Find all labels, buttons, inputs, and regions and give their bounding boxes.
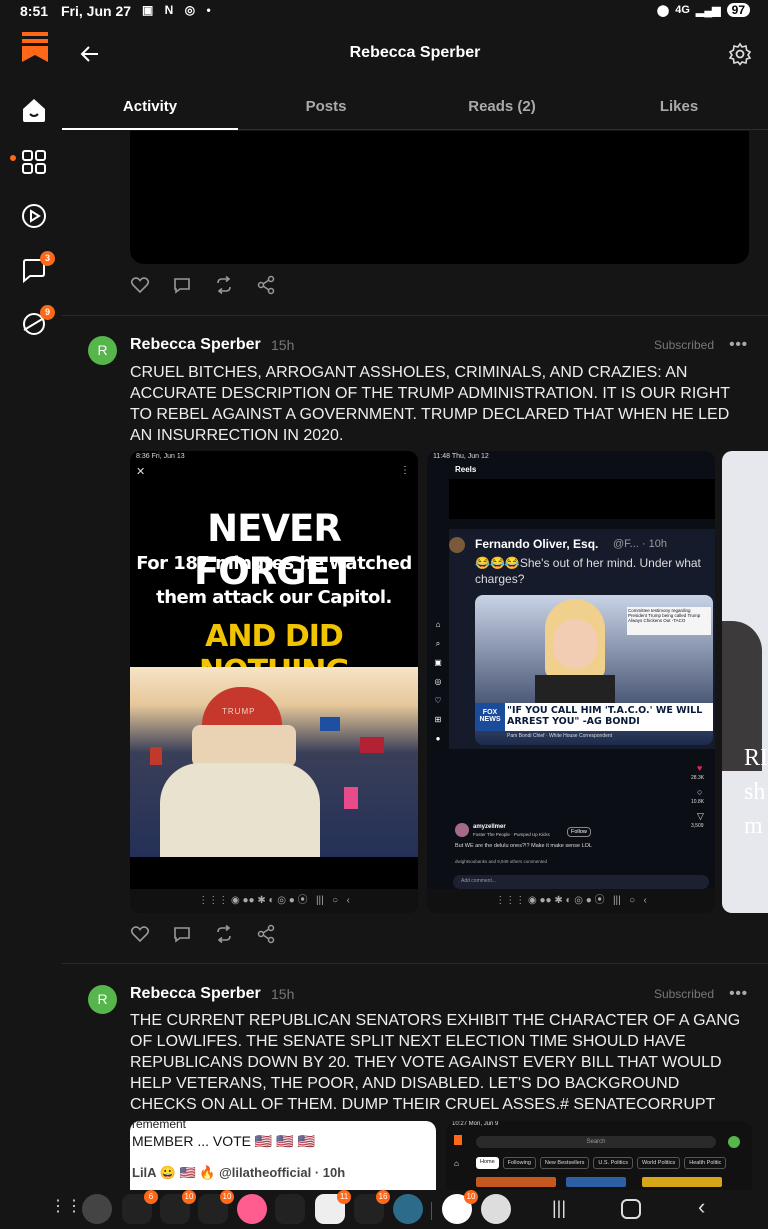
settings-app-icon[interactable]	[82, 1194, 112, 1224]
post-text: THE CURRENT REPUBLICAN SENATORS EXHIBIT …	[130, 1012, 741, 1113]
app-folder-icon[interactable]: 16	[354, 1190, 390, 1224]
tweet-text: 😂😂😂She's out of her mind. Under what cha…	[475, 556, 701, 586]
crowd-photo: TRUMP	[130, 667, 418, 857]
like-icon[interactable]	[130, 924, 150, 944]
share-icon[interactable]	[256, 275, 276, 295]
dock-divider	[431, 1202, 432, 1220]
post-author[interactable]: Rebecca Sperber	[130, 336, 261, 354]
activity-badge: 9	[40, 305, 55, 320]
app-folder-icon[interactable]: 6	[122, 1190, 158, 1224]
post-age: 15h	[271, 337, 295, 353]
divider	[62, 315, 768, 316]
subscribed-label: Subscribed	[653, 338, 714, 352]
app-folder-icon[interactable]: 10	[160, 1190, 196, 1224]
post-image-reels[interactable]: 11:48 Thu, Jun 12 Reels Fernando Oliver,…	[427, 451, 715, 913]
profile-header: Rebecca Sperber	[62, 24, 768, 84]
share-icon[interactable]	[256, 924, 276, 944]
tab-reads[interactable]: Reads (2)	[414, 98, 590, 115]
post-author[interactable]: Rebecca Sperber	[130, 985, 261, 1003]
image-headline: NEVER FORGET	[193, 507, 355, 593]
post-age: 15h	[271, 986, 295, 1002]
fox-news-logo: FOX NEWS	[475, 703, 505, 731]
like-icon[interactable]	[130, 275, 150, 295]
status-time: 8:51	[20, 3, 49, 19]
image-status-bar: 8:36 Fri, Jun 13	[136, 453, 185, 460]
settings-gear-icon[interactable]	[728, 42, 752, 66]
avatar[interactable]: R	[88, 336, 117, 365]
home-icon[interactable]	[20, 96, 48, 124]
close-icon: ✕	[136, 466, 146, 478]
comment-bubble-icon: ○	[697, 787, 703, 797]
active-tab-indicator	[62, 128, 238, 130]
home-button[interactable]	[621, 1199, 641, 1219]
status-right: ⬤ 4G ▂▄▆ 97	[657, 3, 750, 17]
chrome-app-icon[interactable]: 10	[442, 1190, 478, 1224]
tab-activity[interactable]: Activity	[62, 98, 238, 115]
left-nav-rail: 3 9	[0, 24, 62, 1190]
location-icon: ⬤	[656, 4, 670, 17]
android-nav-bar: ⋮⋮⋮ 6 10 10 11 16 10 ||| ‹	[0, 1190, 768, 1229]
news-clip: Committee testimony regarding President …	[475, 595, 713, 745]
grid-icon[interactable]	[20, 148, 48, 176]
photos-app-icon[interactable]	[237, 1194, 267, 1224]
tweet-author: Fernando Oliver, Esq.	[475, 537, 599, 551]
app-folder-icon[interactable]	[275, 1194, 305, 1224]
tab-likes[interactable]: Likes	[591, 98, 767, 115]
post-text: CRUEL BITCHES, ARROGANT ASSHOLES, CRIMIN…	[130, 364, 730, 444]
app-icon[interactable]	[481, 1194, 511, 1224]
news-chyron: "IF YOU CALL HIM 'T.A.C.O.' WE WILL ARRE…	[507, 705, 703, 727]
battery-indicator: 97	[726, 3, 750, 17]
heart-icon: ♥	[697, 763, 703, 773]
reels-side-nav: ⌂ ⌕ ▣ ◎ ♡ ⊞ ●	[434, 620, 442, 743]
back-button[interactable]: ‹	[698, 1194, 705, 1220]
restack-icon[interactable]	[214, 275, 234, 295]
more-options-icon[interactable]: •••	[729, 336, 748, 353]
app-icon[interactable]	[393, 1194, 423, 1224]
post-image-substack[interactable]: 10:27 Mon, Jun 9 Search ⌂ Home Following…	[446, 1121, 752, 1190]
previous-post-actions	[130, 275, 276, 299]
image-nav-bar: ⋮⋮⋮ ◉ ●● ✱ ◐ ◎ ● ⦿ ||| ○ ‹	[427, 889, 715, 913]
substack-tabs: Home Following New Bestsellers U.S. Poli…	[476, 1157, 727, 1169]
tweet-handle: @F... · 10h	[613, 538, 667, 550]
profile-tabs: Activity Posts Reads (2) Likes	[62, 84, 768, 130]
app-folder-icon[interactable]: 10	[198, 1190, 234, 1224]
comment-icon[interactable]	[172, 924, 192, 944]
signal-label: 4G	[675, 4, 690, 16]
image-line: them attack our Capitol.	[156, 587, 392, 608]
restack-icon[interactable]	[214, 924, 234, 944]
substack-logo-icon[interactable]	[22, 32, 48, 62]
send-icon: ▽	[697, 811, 704, 821]
image-nav-bar: ⋮⋮⋮ ◉ ●● ✱ ◐ ◎ ● ⦿ ||| ○ ‹	[130, 889, 418, 913]
avatar[interactable]: R	[88, 985, 117, 1014]
recents-button[interactable]: |||	[552, 1198, 566, 1219]
tab-posts[interactable]: Posts	[238, 98, 414, 115]
image-line: For 187 minutes he watched	[136, 553, 412, 574]
image-status-bar: 11:48 Thu, Jun 12	[433, 453, 489, 460]
status-date: Fri, Jun 27	[61, 3, 132, 19]
post-image-never-forget[interactable]: 8:36 Fri, Jun 13 ✕ ⋮ NEVER FORGET For 18…	[130, 451, 418, 913]
notification-icons: ▣ N ◎ •	[142, 3, 215, 17]
play-icon[interactable]	[20, 202, 48, 230]
more-options-icon[interactable]: •••	[729, 985, 748, 1002]
page-title: Rebecca Sperber	[349, 44, 481, 61]
chat-badge: 3	[40, 251, 55, 266]
divider	[62, 963, 768, 964]
signal-icon: ▂▄▆	[695, 4, 721, 17]
status-bar: 8:51 Fri, Jun 27 ▣ N ◎ • ⬤ 4G ▂▄▆ 97	[0, 0, 768, 24]
tweet-card: Fernando Oliver, Esq. @F... · 10h 😂😂😂She…	[449, 529, 715, 749]
post-actions	[130, 924, 276, 948]
subscribed-label: Subscribed	[653, 987, 714, 1001]
unread-dot	[10, 155, 16, 161]
previous-post-media[interactable]	[130, 131, 749, 264]
activity-feed[interactable]: R Rebecca Sperber 15h Subscribed ••• CRU…	[62, 131, 768, 1190]
more-icon: ⋮	[400, 465, 410, 476]
comment-icon[interactable]	[172, 275, 192, 295]
news-app-icon[interactable]: 11	[315, 1190, 351, 1224]
post-image-tweet[interactable]: remement MEMBER ... VOTE 🇺🇸 🇺🇸 🇺🇸 LilA 😀…	[130, 1121, 436, 1190]
reels-header: Reels	[455, 465, 477, 474]
post-image-partial[interactable]: RI sh m	[722, 451, 768, 913]
